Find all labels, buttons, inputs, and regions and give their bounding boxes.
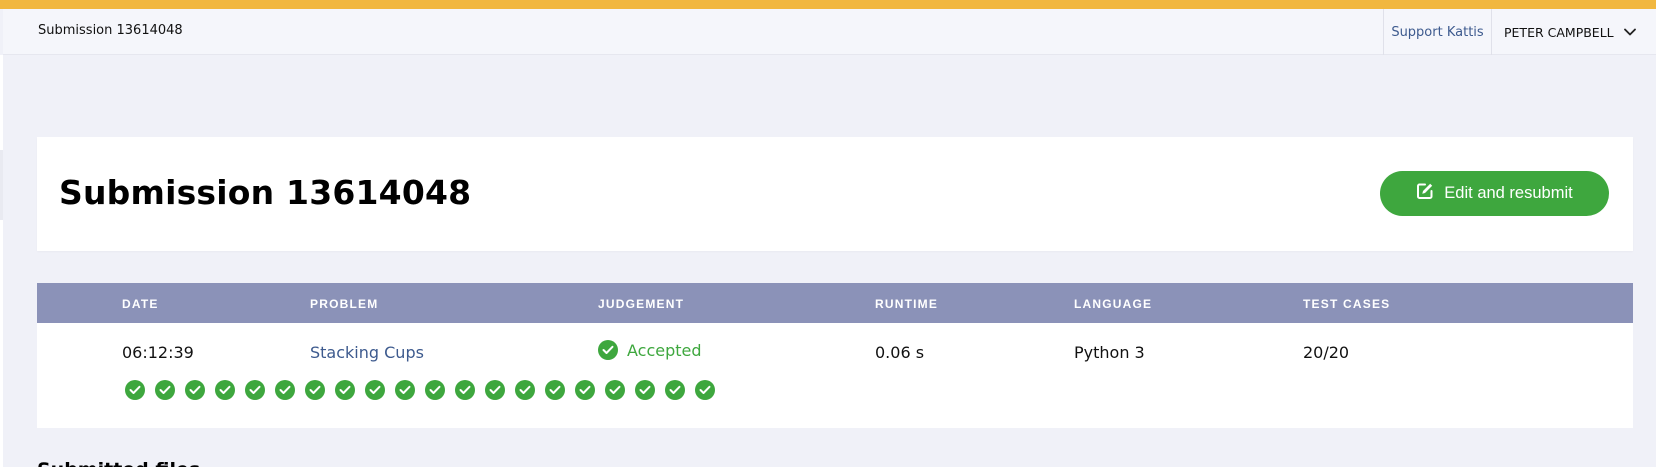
user-menu[interactable]: PETER CAMPBELL: [1491, 9, 1656, 55]
test-case-check-icon[interactable]: [215, 380, 235, 400]
navbar-title: Submission 13614048: [38, 23, 183, 38]
test-case-check-icon[interactable]: [365, 380, 385, 400]
test-case-check-icon[interactable]: [185, 380, 205, 400]
test-case-check-icon[interactable]: [425, 380, 445, 400]
sidebar-edge-shade: [0, 150, 3, 220]
chevron-down-icon: [1623, 28, 1636, 36]
column-header-judgement: JUDGEMENT: [598, 297, 685, 311]
test-case-check-icon[interactable]: [455, 380, 475, 400]
test-case-check-icon[interactable]: [515, 380, 535, 400]
test-case-check-icon[interactable]: [605, 380, 625, 400]
sidebar-edge: [0, 55, 3, 467]
column-header-runtime: RUNTIME: [875, 297, 939, 311]
cell-language: Python 3: [1074, 343, 1145, 362]
cell-test-cases: 20/20: [1303, 343, 1350, 362]
test-case-check-icon[interactable]: [545, 380, 565, 400]
cell-judgement: Accepted: [598, 340, 702, 360]
user-name: PETER CAMPBELL: [1504, 24, 1614, 40]
top-navbar: Submission 13614048 Support Kattis PETER…: [3, 9, 1656, 55]
test-case-check-icon[interactable]: [335, 380, 355, 400]
test-case-check-icon[interactable]: [155, 380, 175, 400]
test-case-check-icon[interactable]: [635, 380, 655, 400]
test-case-check-icon[interactable]: [695, 380, 715, 400]
edit-and-resubmit-button[interactable]: Edit and resubmit: [1380, 171, 1609, 216]
test-case-check-icon[interactable]: [305, 380, 325, 400]
submission-results-table: DATE PROBLEM JUDGEMENT RUNTIME LANGUAGE …: [37, 283, 1633, 428]
problem-link[interactable]: Stacking Cups: [310, 343, 424, 362]
test-case-check-icon[interactable]: [485, 380, 505, 400]
table-header: DATE PROBLEM JUDGEMENT RUNTIME LANGUAGE …: [37, 283, 1633, 323]
test-case-check-icon[interactable]: [665, 380, 685, 400]
page-title: Submission 13614048: [59, 173, 472, 212]
column-header-language: LANGUAGE: [1074, 297, 1153, 311]
submitted-files-heading: Submitted files: [37, 459, 200, 467]
edit-and-resubmit-label: Edit and resubmit: [1444, 184, 1573, 202]
submission-header-card: Submission 13614048 Edit and resubmit: [37, 137, 1633, 251]
cell-runtime: 0.06 s: [875, 343, 925, 362]
top-accent-bar: [0, 0, 1656, 9]
edit-icon: [1416, 182, 1434, 205]
column-header-test-cases: TEST CASES: [1303, 297, 1391, 311]
judgement-label: Accepted: [627, 340, 702, 360]
column-header-date: DATE: [122, 297, 159, 311]
test-case-check-icon[interactable]: [125, 380, 145, 400]
page: Submission 13614048 Support Kattis PETER…: [0, 0, 1656, 467]
test-case-check-icon[interactable]: [395, 380, 415, 400]
cell-date: 06:12:39: [122, 343, 194, 362]
test-case-check-icon[interactable]: [275, 380, 295, 400]
test-case-check-icon[interactable]: [575, 380, 595, 400]
check-circle-icon: [598, 340, 618, 360]
support-link[interactable]: Support Kattis: [1383, 9, 1491, 55]
test-case-check-icon[interactable]: [245, 380, 265, 400]
column-header-problem: PROBLEM: [310, 297, 379, 311]
test-case-results: [125, 380, 715, 402]
